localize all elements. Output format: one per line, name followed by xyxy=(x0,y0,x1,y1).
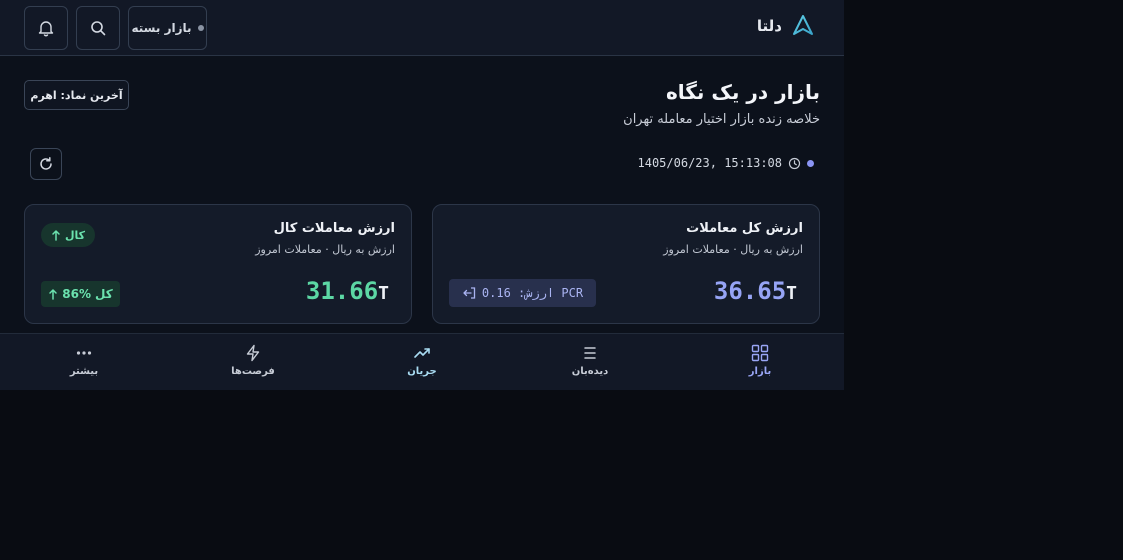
search-icon xyxy=(91,21,106,36)
more-dots-icon xyxy=(76,351,92,355)
grid-icon xyxy=(751,344,769,362)
share-percent: 86% xyxy=(62,287,92,301)
nav-label: دیده‌بان xyxy=(571,366,609,377)
pcr-label: PCR ارزش: 0.16 xyxy=(481,286,584,300)
market-status-button[interactable]: بازار بسته xyxy=(128,6,207,50)
nav-label: بیشتر xyxy=(69,366,99,377)
refresh-button[interactable] xyxy=(30,148,62,180)
value-number: 31.66 xyxy=(305,277,379,305)
nav-label: بازار xyxy=(748,366,772,377)
nav-item-flow[interactable]: جریان xyxy=(367,344,477,384)
share-badge: 86% کل xyxy=(41,281,120,307)
brand-name: دلتا xyxy=(756,17,782,35)
nav-item-watchlist[interactable]: دیده‌بان xyxy=(535,344,645,384)
trend-up-icon xyxy=(414,348,430,358)
search-button[interactable] xyxy=(76,6,120,50)
page-subtitle: خلاصه زنده بازار اختیار معامله تهران xyxy=(623,112,820,127)
app-window: دلتا بازار بسته بازار در یک نگاه خلاصه ز… xyxy=(0,0,844,390)
nav-item-market[interactable]: بازار xyxy=(705,344,815,384)
value-unit: T xyxy=(786,283,797,304)
call-badge: کال xyxy=(41,223,96,247)
total-value: 36.65 T xyxy=(714,277,797,305)
card-subtitle: ارزش به ریال · معاملات امروز xyxy=(255,243,395,256)
pcr-badge[interactable]: PCR ارزش: 0.16 xyxy=(449,279,596,307)
enter-arrow-icon xyxy=(463,287,476,299)
refresh-icon xyxy=(40,157,52,170)
total-value-card[interactable]: ارزش کل معاملات ارزش به ریال · معاملات ا… xyxy=(432,204,820,324)
clock-icon xyxy=(788,157,801,169)
nav-item-opportunities[interactable]: فرصت‌ها xyxy=(198,344,308,384)
lightning-icon xyxy=(246,344,260,362)
page-title: بازار در یک نگاه xyxy=(665,80,820,104)
brand[interactable]: دلتا xyxy=(757,14,814,38)
value-number: 36.65 xyxy=(713,277,787,305)
bottom-navigation: بازار دیده‌بان جریان فرصت‌ها xyxy=(0,333,844,390)
card-subtitle: ارزش به ریال · معاملات امروز xyxy=(663,243,803,256)
delta-triangle-icon xyxy=(793,15,813,35)
nav-label: فرصت‌ها xyxy=(231,366,275,377)
bell-icon xyxy=(38,21,54,37)
arrow-up-icon xyxy=(52,230,60,241)
nav-item-more[interactable]: بیشتر xyxy=(29,344,139,384)
timestamp: 1405/06/23, 15:13:08 xyxy=(637,156,783,170)
call-value-card[interactable]: ارزش معاملات کال ارزش به ریال · معاملات … xyxy=(24,204,412,324)
value-unit: T xyxy=(378,283,389,304)
call-value: 31.66 T xyxy=(306,277,389,305)
list-icon xyxy=(584,347,596,359)
nav-label: جریان xyxy=(407,366,437,377)
live-indicator-dot xyxy=(807,159,814,167)
share-label: کل xyxy=(95,287,113,301)
arrow-up-icon xyxy=(49,289,58,300)
last-symbol-button[interactable]: آخرین نماد: اهرم xyxy=(24,80,129,110)
call-badge-label: کال xyxy=(65,228,86,242)
market-status-label: بازار بسته xyxy=(131,21,192,35)
card-title: ارزش معاملات کال xyxy=(273,221,395,236)
card-title: ارزش کل معاملات xyxy=(686,221,803,236)
update-time: 1405/06/23, 15:13:08 xyxy=(637,156,814,170)
top-header: دلتا بازار بسته xyxy=(0,0,844,56)
notifications-button[interactable] xyxy=(24,6,68,50)
status-dot xyxy=(197,25,204,31)
